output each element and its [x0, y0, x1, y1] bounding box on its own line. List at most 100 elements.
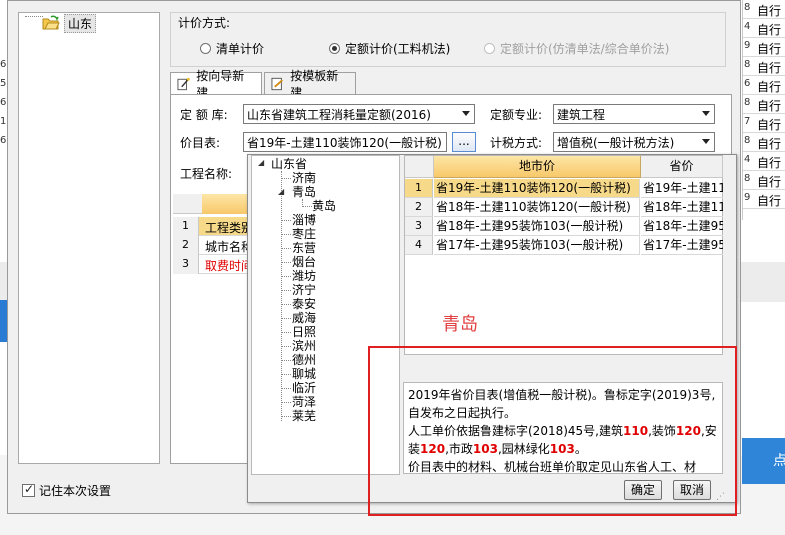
background-edge-number: 1 [0, 116, 7, 127]
quota-major-select[interactable]: 建筑工程 [553, 104, 715, 124]
tree-connector [25, 16, 43, 17]
collapse-icon[interactable]: ◢ [258, 158, 264, 167]
background-grid-row: 8 自行 [743, 171, 785, 190]
tree-line [281, 262, 291, 263]
tree-line [281, 220, 291, 221]
background-grid-row: 8 自行 [743, 133, 785, 152]
tab-wizard[interactable]: 按向导新建 [170, 69, 262, 100]
folder-open-icon [42, 15, 60, 30]
price-table-input[interactable]: 省19年-土建110装饰120(一般计税) [243, 132, 447, 152]
background-row-text: 自行 [757, 175, 782, 189]
tax-method-select[interactable]: 增值税(一般计税方法) [553, 132, 715, 152]
row-number: 3 [173, 255, 199, 274]
quota-lib-select[interactable]: 山东省建筑工程消耗量定额(2016) [243, 104, 475, 124]
background-grid-row: 89 自行 [743, 0, 785, 19]
project-info-grid: 1 工程类别 2 城市名称 3 取费时间 [173, 194, 253, 274]
tree-line [281, 346, 291, 347]
row-text: 工程类别 [205, 221, 254, 235]
table-row[interactable]: 1 工程类别 [173, 217, 253, 236]
wizard-icon [177, 77, 190, 91]
tree-line [281, 178, 291, 179]
project-name-label: 工程名称: [180, 167, 233, 181]
background-row-number: 4 [744, 154, 750, 165]
region-tree[interactable] [18, 12, 160, 464]
background-grid-row: 4 自行 [743, 152, 785, 171]
tree-line [281, 416, 291, 417]
quota-lib-label: 定 额 库: [180, 108, 228, 122]
grid-header [173, 194, 253, 214]
cell-city-price: 省19年-土建110装饰120(一般计税) [434, 179, 640, 198]
cell-province-price: 省17年-土建95 [641, 236, 723, 255]
background-row-text: 自行 [757, 61, 782, 75]
tree-line [281, 402, 291, 403]
background-grid-row: 4 自行 [743, 19, 785, 38]
tree-node-city[interactable]: 威海 [292, 311, 316, 325]
background-row-number: 7 [744, 116, 750, 127]
background-edge-number: 6 [0, 135, 7, 146]
tree-node-city[interactable]: 聊城 [292, 367, 316, 381]
background-left-edge: 6 5 6 1 6 [0, 0, 7, 220]
background-row-number: 8 [744, 135, 750, 146]
background-row-number: 8 [744, 97, 750, 108]
background-row-number: 8 [744, 59, 750, 70]
tree-line [302, 206, 312, 207]
tree-node-city[interactable]: 济宁 [292, 283, 316, 297]
background-row-text: 自行 [757, 42, 782, 56]
row-number: 3 [405, 217, 433, 236]
tree-node-city[interactable]: 临沂 [292, 381, 316, 395]
tree-node-city[interactable]: 东营 [292, 241, 316, 255]
tree-node-city[interactable]: 淄博 [292, 213, 316, 227]
annotation-highlight-box [368, 346, 737, 516]
background-row-text: 自行 [757, 99, 782, 113]
tree-root-label: 山东 [64, 13, 97, 33]
tree-line [281, 332, 291, 333]
quota-major-value: 建筑工程 [557, 107, 606, 122]
tree-line [281, 318, 291, 319]
tree-line [281, 248, 291, 249]
background-row-number: 4 [744, 21, 750, 32]
tab-template[interactable]: 按模板新建 [264, 69, 356, 100]
template-icon [271, 77, 283, 90]
tree-node-district[interactable]: 黄岛 [312, 199, 336, 213]
background-grid-row: 6 自行 [743, 76, 785, 95]
background-grid: 89 自行 4 自行 9 自行 8 自行 6 自行 8 自行 7 自行 8 自行 4 自行 8 自行 9 自行 [742, 0, 785, 220]
background-row-text: 自行 [757, 80, 782, 94]
row-text: 取费时间 [205, 259, 254, 273]
collapse-icon[interactable]: ◢ [278, 187, 284, 196]
radio-quota-pricing[interactable]: 定额计价(工料机法) [329, 40, 450, 57]
background-edge-number: 5 [0, 78, 7, 89]
table-row[interactable]: 3 取费时间 [173, 255, 253, 274]
tree-node-city[interactable]: 菏泽 [292, 395, 316, 409]
pricing-method-title: 计价方式: [176, 14, 233, 31]
remember-setting-checkbox[interactable]: 记住本次设置 [22, 482, 111, 499]
tree-node-city[interactable]: 潍坊 [292, 269, 316, 283]
tree-root-node[interactable]: 山东 [42, 13, 97, 33]
row-number: 2 [173, 236, 199, 255]
tree-node-city[interactable]: 济南 [292, 171, 316, 185]
chevron-down-icon [702, 139, 710, 144]
quota-major-label: 定额专业: [490, 108, 543, 122]
tree-node-city[interactable]: 德州 [292, 353, 316, 367]
tree-node-city[interactable]: 滨州 [292, 339, 316, 353]
background-grid-row: 9 自行 [743, 38, 785, 57]
col-header-city-price: 地市价 [434, 156, 641, 178]
radio-circle-checked [329, 43, 340, 54]
background-blue-button[interactable]: 点 [742, 438, 785, 484]
browse-button[interactable]: ... [452, 132, 476, 152]
tree-node-province[interactable]: 山东省 [271, 157, 307, 171]
tree-node-city[interactable]: 泰安 [292, 297, 316, 311]
row-text: 城市名称 [205, 240, 254, 254]
tree-node-city[interactable]: 日照 [292, 325, 316, 339]
tree-node-city[interactable]: 莱芜 [292, 409, 316, 423]
tree-node-city[interactable]: 枣庄 [292, 227, 316, 241]
table-row[interactable]: 2 城市名称 [173, 236, 253, 255]
tree-node-city[interactable]: 烟台 [292, 255, 316, 269]
tree-line [281, 234, 291, 235]
tree-node-city-expanded[interactable]: 青岛 [292, 185, 316, 199]
annotation-label: 青岛 [442, 314, 478, 335]
cell-province-price: 省18年-土建95 [641, 217, 723, 236]
radio-list-pricing[interactable]: 清单计价 [200, 40, 264, 57]
tree-line [281, 304, 291, 305]
background-row-text: 自行 [757, 4, 782, 18]
radio-circle [200, 43, 211, 54]
